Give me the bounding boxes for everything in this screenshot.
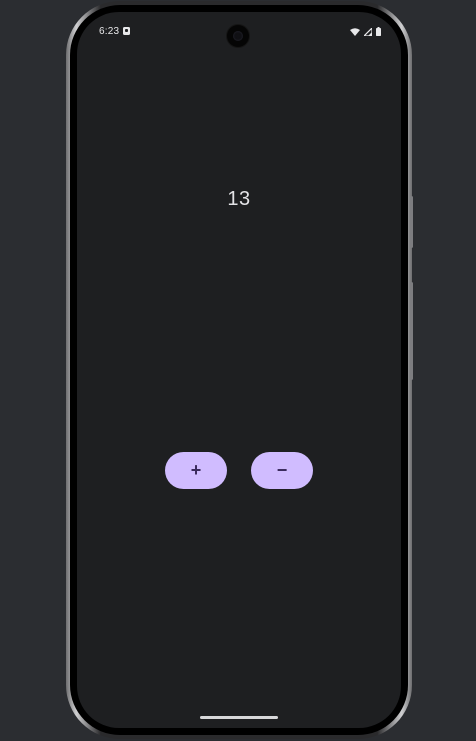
increment-button[interactable]: + [165, 452, 227, 489]
status-icons [350, 26, 381, 37]
volume-button[interactable] [410, 282, 413, 380]
status-bar: 6:23 [77, 12, 401, 52]
device-screen: 6:23 13 + − [77, 12, 401, 728]
decrement-button[interactable]: − [251, 452, 313, 489]
counter-value: 13 [227, 188, 251, 210]
front-camera [227, 25, 249, 47]
power-button[interactable] [410, 196, 413, 248]
app-notification-icon [123, 27, 130, 35]
emulator-stage: 6:23 13 + − [0, 0, 476, 741]
status-time: 6:23 [99, 26, 120, 37]
battery-icon [376, 27, 381, 36]
cell-signal-icon [364, 27, 372, 36]
home-gesture-bar[interactable] [200, 716, 278, 719]
wifi-icon [350, 27, 360, 36]
